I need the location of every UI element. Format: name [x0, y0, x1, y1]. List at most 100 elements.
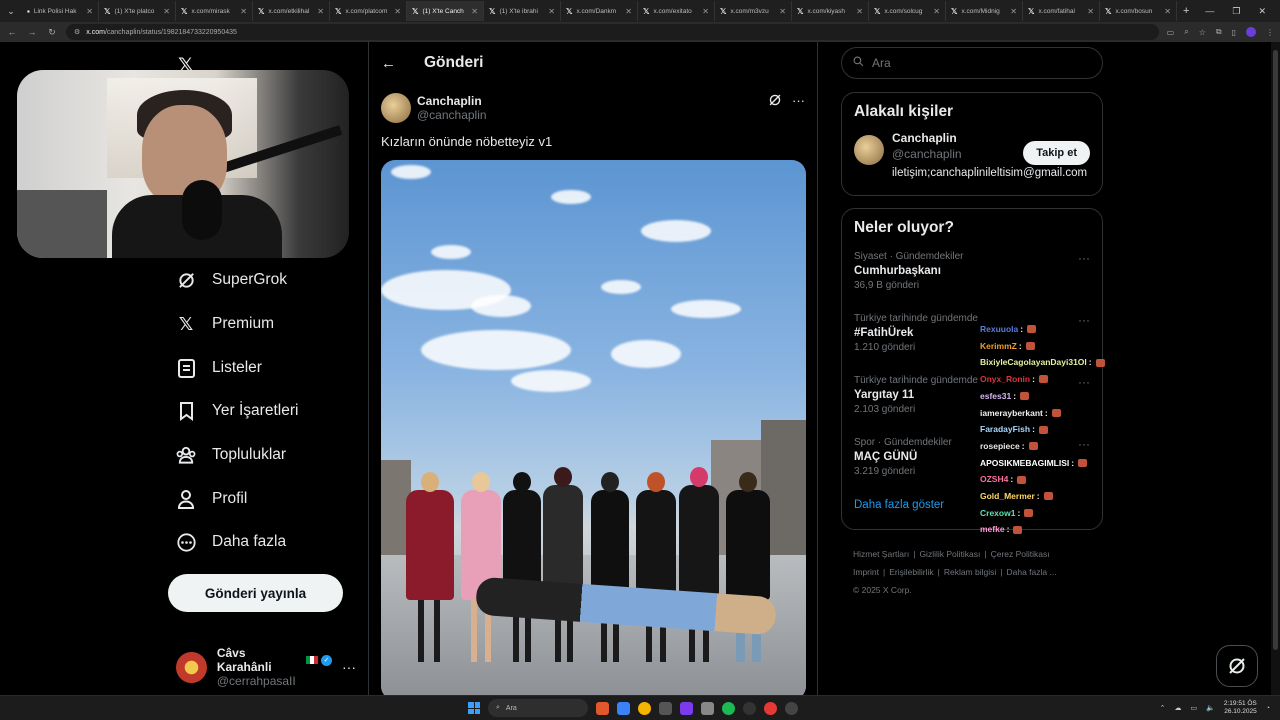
widgets-icon[interactable]: [617, 701, 630, 715]
app-icon[interactable]: [701, 701, 714, 715]
close-tab-icon[interactable]: ✕: [240, 7, 247, 16]
browser-tab[interactable]: 𝕏x.com/platcom ✕: [330, 1, 407, 21]
footer-link[interactable]: Çerez Politikası: [991, 549, 1050, 559]
browser-tab[interactable]: ▪ Link Polisi Hak ✕: [22, 1, 99, 21]
close-tab-icon[interactable]: ✕: [856, 7, 863, 16]
nav-item-yer-i-aretleri[interactable]: Yer İşaretleri: [176, 401, 298, 421]
close-tab-icon[interactable]: ✕: [1164, 7, 1171, 16]
nav-item-profil[interactable]: Profil: [176, 489, 247, 509]
browser-tab[interactable]: 𝕏x.com/m3vzu ✕: [715, 1, 792, 21]
nav-item-topluluklar[interactable]: Topluluklar: [176, 445, 286, 465]
url-field[interactable]: ⚙ x.com/canchaplin/status/19821847332209…: [66, 24, 1159, 40]
chrome-icon[interactable]: [638, 701, 651, 715]
browser-menu-icon[interactable]: ⋮: [1266, 28, 1274, 37]
taskbar-search[interactable]: ⌕ Ara: [488, 699, 588, 717]
close-tab-icon[interactable]: ✕: [625, 7, 632, 16]
footer-link[interactable]: Reklam bilgisi: [944, 567, 996, 577]
minimize-icon[interactable]: —: [1205, 6, 1214, 17]
back-icon[interactable]: ←: [6, 27, 18, 37]
post-author[interactable]: Canchaplin @canchaplin: [381, 93, 487, 123]
nav-item-daha-fazla[interactable]: Daha fazla: [176, 532, 286, 552]
footer-link[interactable]: Imprint: [853, 567, 879, 577]
site-info-icon[interactable]: ⚙: [74, 28, 80, 36]
footer-link[interactable]: Gizlilik Politikası: [919, 549, 980, 559]
nav-item-listeler[interactable]: Listeler: [176, 358, 262, 378]
browser-tab[interactable]: 𝕏x.com/kiyash ✕: [792, 1, 869, 21]
cast-icon[interactable]: ▭: [1167, 28, 1175, 37]
taskview-icon[interactable]: [596, 701, 609, 715]
browser-tab[interactable]: 𝕏 (1) X'te ibrahi ✕: [484, 1, 561, 21]
browser-tab[interactable]: 𝕏x.com/Midnig ✕: [946, 1, 1023, 21]
clock[interactable]: 2:19:51 ÖS 26.10.2025: [1224, 700, 1257, 716]
browser-tab[interactable]: 𝕏x.com/solcug ✕: [869, 1, 946, 21]
close-tab-icon[interactable]: ✕: [933, 7, 940, 16]
star-icon[interactable]: ☆: [1199, 28, 1206, 37]
spotify-icon[interactable]: [722, 701, 735, 715]
tab-search-menu-icon[interactable]: ⌄: [0, 0, 22, 22]
close-tab-icon[interactable]: ✕: [471, 7, 478, 16]
close-tab-icon[interactable]: ✕: [1010, 7, 1017, 16]
new-tab-icon[interactable]: +: [1177, 5, 1195, 17]
footer-link[interactable]: Daha fazla ...: [1006, 567, 1056, 577]
extensions-icon[interactable]: ⧉: [1216, 27, 1222, 37]
obs-icon[interactable]: [743, 701, 756, 715]
browser-tab[interactable]: 𝕏x.com/exitato ✕: [638, 1, 715, 21]
search-input[interactable]: Ara: [841, 47, 1103, 79]
browser-tab[interactable]: 𝕏x.com/mirask ✕: [176, 1, 253, 21]
notification-icon[interactable]: ◔: [1266, 705, 1270, 712]
tray-chevron-icon[interactable]: ⌃: [1160, 704, 1166, 712]
post-button[interactable]: Gönderi yayınla: [168, 574, 343, 612]
chrome-red-icon[interactable]: [764, 701, 777, 715]
maximize-icon[interactable]: ❐: [1232, 6, 1240, 17]
zoom-icon[interactable]: ⌕: [1184, 27, 1188, 37]
avatar[interactable]: [381, 93, 411, 123]
author-name[interactable]: Canchaplin: [417, 94, 487, 108]
post-image[interactable]: [381, 160, 806, 700]
close-tab-icon[interactable]: ✕: [394, 7, 401, 16]
close-tab-icon[interactable]: ✕: [702, 7, 709, 16]
close-tab-icon[interactable]: ✕: [779, 7, 786, 16]
account-switcher[interactable]: Câvs Karahânli ✓ @cerrahpasaII ···: [176, 646, 356, 688]
author-handle[interactable]: @canchaplin: [417, 108, 487, 122]
close-tab-icon[interactable]: ✕: [163, 7, 170, 16]
browser-tab[interactable]: 𝕏x.com/Dankm ✕: [561, 1, 638, 21]
forward-icon[interactable]: →: [26, 27, 38, 37]
reload-icon[interactable]: ↻: [46, 27, 58, 38]
more-icon[interactable]: ···: [1078, 251, 1090, 265]
close-tab-icon[interactable]: ✕: [1087, 7, 1094, 16]
cloud-icon[interactable]: ☁: [1175, 704, 1182, 712]
profile-avatar[interactable]: [1246, 27, 1256, 37]
close-tab-icon[interactable]: ✕: [86, 7, 93, 16]
follow-button[interactable]: Takip et: [1023, 141, 1090, 165]
sidebar-icon[interactable]: ▯: [1232, 28, 1236, 37]
discord-icon[interactable]: [680, 701, 693, 715]
more-icon[interactable]: ···: [792, 93, 805, 110]
trend-item[interactable]: Siyaset · Gündemdekiler Cumhurbaşkanı 36,9…: [842, 251, 1102, 313]
browser-tab[interactable]: 𝕏x.com/bosun ✕: [1100, 1, 1177, 21]
grok-float-button[interactable]: [1216, 645, 1258, 687]
volume-icon[interactable]: 🔈: [1206, 704, 1215, 712]
start-icon[interactable]: [468, 702, 480, 714]
search-placeholder: Ara: [872, 56, 891, 70]
network-icon[interactable]: ▭: [1191, 704, 1198, 712]
app-icon[interactable]: [785, 701, 798, 715]
avatar[interactable]: [854, 135, 884, 165]
back-arrow-icon[interactable]: ←: [381, 55, 396, 72]
footer-link[interactable]: Erişilebilirlik: [889, 567, 933, 577]
nav-item-premium[interactable]: 𝕏 Premium: [176, 314, 274, 334]
chat-colon: :: [1013, 390, 1017, 401]
more-icon[interactable]: ···: [342, 659, 356, 675]
page-scrollbar[interactable]: [1271, 42, 1280, 695]
grok-icon[interactable]: [768, 93, 782, 110]
close-window-icon[interactable]: ✕: [1258, 6, 1266, 17]
footer-link[interactable]: Hizmet Şartları: [853, 549, 909, 559]
browser-tab[interactable]: 𝕏x.com/etkilihal ✕: [253, 1, 330, 21]
chat-message: Rexuuola:: [980, 321, 1120, 338]
browser-tab[interactable]: 𝕏 (1) X'te Canch ✕: [407, 1, 484, 21]
nav-item-supergrok[interactable]: SuperGrok: [176, 270, 287, 290]
close-tab-icon[interactable]: ✕: [317, 7, 324, 16]
browser-tab[interactable]: 𝕏 (1) X'te platco ✕: [99, 1, 176, 21]
close-tab-icon[interactable]: ✕: [548, 7, 555, 16]
browser-tab[interactable]: 𝕏x.com/fatihal ✕: [1023, 1, 1100, 21]
files-icon[interactable]: [659, 701, 672, 715]
